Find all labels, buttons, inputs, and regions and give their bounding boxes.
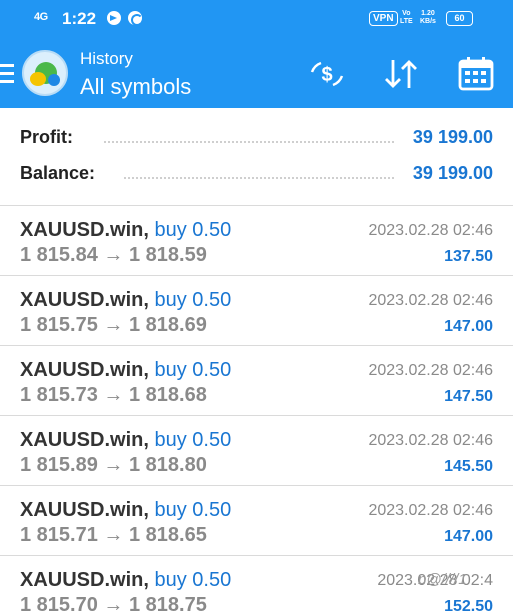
open-price: 1 815.84 [20,244,98,266]
trade-symbol-line: XAUUSD.win, buy 0.50 [20,569,231,592]
open-price: 1 815.75 [20,314,98,336]
trade-symbol: XAUUSD.win, [20,359,149,381]
close-price: 1 818.69 [128,314,207,336]
trade-symbol-line: XAUUSD.win, buy 0.50 [20,499,231,522]
trade-time: 2023.02.28 02:46 [368,502,493,519]
dotted-leader [104,141,394,143]
speed-unit: KB/s [420,18,436,25]
svg-text:$: $ [321,64,332,86]
trade-symbol: XAUUSD.win, [20,289,149,311]
page-section: History [80,49,133,68]
arrow-right-icon: → [103,524,124,546]
balance-value: 39 199.00 [412,163,493,183]
trade-symbol-line: XAUUSD.win, buy 0.50 [20,359,231,382]
trade-prices: 1 815.89 → 1 818.80 [20,454,207,477]
trade-symbol-line: XAUUSD.win, buy 0.50 [20,289,231,312]
trade-time: 2023.02.28 02:46 [368,432,493,449]
trade-prices: 1 815.75 → 1 818.69 [20,314,207,337]
arrow-right-icon: → [103,384,124,406]
trade-row[interactable]: XAUUSD.win, buy 0.50 1 815.84 → 1 818.59… [0,206,513,276]
arrow-right-icon: → [103,314,124,336]
network-indicator: 4G [34,11,48,23]
metatrader-logo-icon [22,50,68,96]
trade-side: buy 0.50 [154,289,232,311]
trade-row[interactable]: XAUUSD.win, buy 0.50 1 815.73 → 1 818.68… [0,346,513,416]
trade-prices: 1 815.71 → 1 818.65 [20,524,207,547]
watermark: ɒ@////1 [418,571,467,588]
trade-symbol: XAUUSD.win, [20,219,149,241]
dotted-leader [124,177,394,179]
trade-profit: 137.50 [444,248,493,265]
trade-side: buy 0.50 [154,359,232,381]
trade-profit: 147.00 [444,528,493,545]
trade-symbol-line: XAUUSD.win, buy 0.50 [20,219,231,242]
trade-symbol: XAUUSD.win, [20,499,149,521]
network-speed: 1.20 KB/s [420,10,436,26]
trade-symbol-line: XAUUSD.win, buy 0.50 [20,429,231,452]
trade-side: buy 0.50 [154,569,232,591]
trade-prices: 1 815.70 → 1 818.75 [20,594,207,616]
trade-prices: 1 815.84 → 1 818.59 [20,244,207,267]
close-price: 1 818.65 [128,524,207,546]
trade-side: buy 0.50 [154,429,232,451]
trade-side: buy 0.50 [154,499,232,521]
trade-time: 2023.02.28 02:46 [368,362,493,379]
close-price: 1 818.59 [128,244,207,266]
currency-exchange-icon[interactable]: $ [307,56,347,92]
arrow-right-icon: → [103,244,124,266]
open-price: 1 815.71 [20,524,98,546]
clock: 1:22 [62,9,97,28]
sort-icon[interactable] [381,56,421,92]
page-title[interactable]: All symbols [80,74,191,100]
trade-prices: 1 815.73 → 1 818.68 [20,384,207,407]
balance-label: Balance: [20,163,96,183]
status-bar: 4G 1:22 VPN Vo LTE 1.20 KB/s 60 [0,0,513,38]
profit-value: 39 199.00 [412,127,493,147]
trade-time: 2023.02.28 02:46 [368,222,493,239]
trade-symbol: XAUUSD.win, [20,569,149,591]
trade-profit: 145.50 [444,458,493,475]
volte-top: Vo [402,10,411,17]
close-price: 1 818.68 [128,384,207,406]
arrow-right-icon: → [103,454,124,476]
sync-icon [128,11,143,26]
open-price: 1 815.70 [20,594,98,616]
menu-icon[interactable] [0,64,14,84]
trade-profit: 147.50 [444,388,493,405]
trade-row[interactable]: XAUUSD.win, buy 0.50 1 815.71 → 1 818.65… [0,486,513,556]
balance-summary: Balance: 39 199.00 [20,163,493,191]
trade-symbol: XAUUSD.win, [20,429,149,451]
trade-row[interactable]: XAUUSD.win, buy 0.50 1 815.89 → 1 818.80… [0,416,513,486]
close-price: 1 818.75 [128,594,207,616]
trade-side: buy 0.50 [154,219,232,241]
volte-bottom: LTE [400,18,413,25]
trade-profit: 147.00 [444,318,493,335]
open-price: 1 815.89 [20,454,98,476]
trade-profit: 152.50 [444,598,493,615]
profit-label: Profit: [20,127,73,147]
trade-row[interactable]: XAUUSD.win, buy 0.50 1 815.75 → 1 818.69… [0,276,513,346]
arrow-right-icon: → [103,594,124,616]
app-header: 4G 1:22 VPN Vo LTE 1.20 KB/s 60 History Al… [0,0,513,108]
open-price: 1 815.73 [20,384,98,406]
trade-time: 2023.02.28 02:46 [368,292,493,309]
telegram-icon [107,11,121,25]
volte-indicator: Vo LTE [400,10,413,26]
close-price: 1 818.80 [128,454,207,476]
speed-value: 1.20 [421,10,435,17]
profit-summary: Profit: 39 199.00 [20,127,493,155]
calendar-icon[interactable] [456,56,496,92]
battery-indicator: 60 [446,11,473,26]
vpn-indicator: VPN [369,11,398,26]
